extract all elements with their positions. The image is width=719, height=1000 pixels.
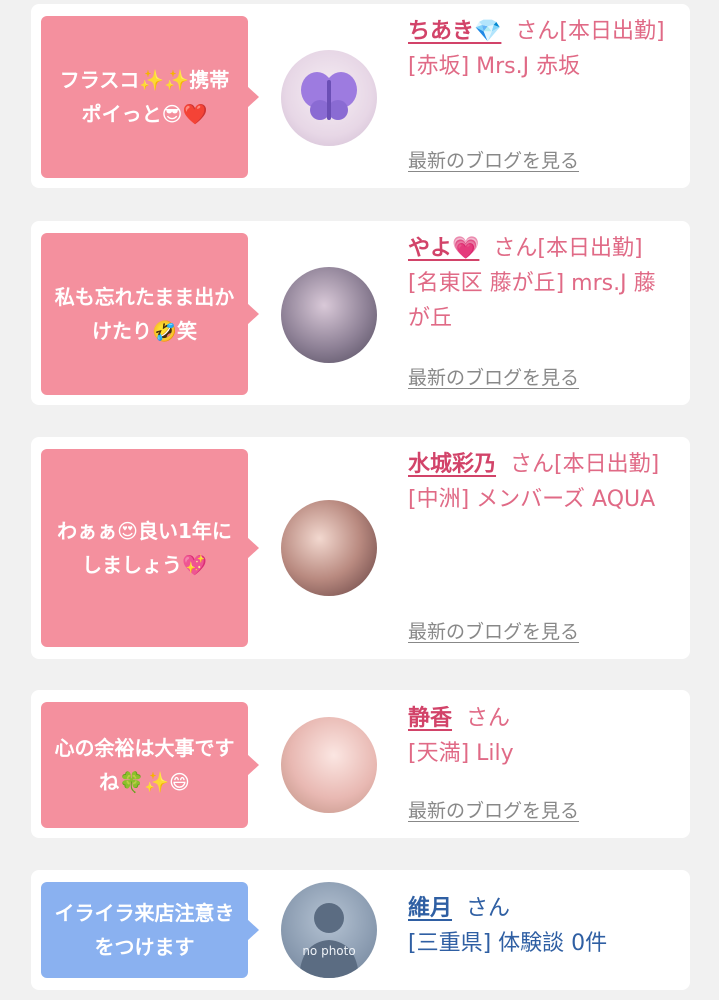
- blog-link[interactable]: 最新のブログを見る: [408, 146, 579, 173]
- avatar[interactable]: [281, 50, 377, 146]
- avatar[interactable]: [281, 267, 377, 363]
- shop-info: [三重県] 体験談 0件: [408, 931, 608, 956]
- comment-text: フラスコ✨✨携帯ポイっと😎❤️: [59, 68, 230, 126]
- comment-bubble: フラスコ✨✨携帯ポイっと😎❤️: [41, 16, 259, 178]
- user-name-link[interactable]: ちあき💎: [408, 19, 501, 44]
- blog-link[interactable]: 最新のブログを見る: [408, 796, 579, 823]
- shop-info: [赤坂] Mrs.J 赤坂: [408, 54, 581, 79]
- honorific: さん: [515, 19, 560, 44]
- user-name-link[interactable]: やよ💗: [408, 236, 479, 261]
- no-photo-label: no photo: [302, 944, 356, 958]
- comment-bubble: わぁぁ😍良い1年にしましょう💖: [41, 449, 259, 647]
- comment-bubble: 私も忘れたまま出かけたり🤣笑: [41, 233, 259, 395]
- shop-info: [天満] Lily: [408, 741, 514, 766]
- honorific: さん: [510, 452, 555, 477]
- shop-info: [名東区 藤が丘] mrs.J 藤が丘: [408, 271, 656, 331]
- comment-feed: フラスコ✨✨携帯ポイっと😎❤️ ちあき💎 さん[本日出勤] [赤坂] Mrs.J …: [0, 0, 719, 1000]
- blog-link[interactable]: 最新のブログを見る: [408, 617, 579, 644]
- comment-bubble: 心の余裕は大事ですね🍀✨😄: [41, 702, 259, 828]
- person-silhouette-icon: [299, 903, 359, 978]
- user-info: 維月 さん [三重県] 体験談 0件: [408, 891, 676, 961]
- butterfly-icon: [301, 72, 357, 120]
- comment-card: わぁぁ😍良い1年にしましょう💖 水城彩乃 さん[本日出勤] [中洲] メンバーズ …: [31, 437, 690, 659]
- comment-card: 心の余裕は大事ですね🍀✨😄 静香 さん [天満] Lily 最新のブログを見る: [31, 690, 690, 838]
- comment-text: 私も忘れたまま出かけたり🤣笑: [54, 285, 235, 343]
- blog-link[interactable]: 最新のブログを見る: [408, 363, 579, 390]
- user-name-link[interactable]: 維月: [408, 896, 452, 921]
- comment-text: わぁぁ😍良い1年にしましょう💖: [57, 519, 232, 577]
- comment-bubble: イライラ来店注意きをつけます: [41, 882, 259, 978]
- work-status: [本日出勤]: [537, 236, 643, 261]
- user-info: 水城彩乃 さん[本日出勤] [中洲] メンバーズ AQUA: [408, 447, 676, 517]
- shop-info: [中洲] メンバーズ AQUA: [408, 487, 656, 512]
- honorific: さん: [466, 706, 511, 731]
- avatar[interactable]: [281, 717, 377, 813]
- comment-text: 心の余裕は大事ですね🍀✨😄: [54, 736, 235, 794]
- avatar[interactable]: no photo: [281, 882, 377, 978]
- comment-card: イライラ来店注意きをつけます no photo 維月 さん [三重県] 体験談 0…: [31, 870, 690, 990]
- honorific: さん: [493, 236, 538, 261]
- work-status: [本日出勤]: [559, 19, 665, 44]
- user-info: 静香 さん [天満] Lily: [408, 701, 676, 771]
- comment-text: イライラ来店注意きをつけます: [54, 901, 235, 959]
- comment-card: フラスコ✨✨携帯ポイっと😎❤️ ちあき💎 さん[本日出勤] [赤坂] Mrs.J …: [31, 4, 690, 188]
- user-name-link[interactable]: 水城彩乃: [408, 452, 496, 477]
- honorific: さん: [466, 896, 511, 921]
- work-status: [本日出勤]: [554, 452, 660, 477]
- user-name-link[interactable]: 静香: [408, 706, 452, 731]
- avatar[interactable]: [281, 500, 377, 596]
- user-info: ちあき💎 さん[本日出勤] [赤坂] Mrs.J 赤坂: [408, 14, 676, 84]
- user-info: やよ💗 さん[本日出勤] [名東区 藤が丘] mrs.J 藤が丘: [408, 231, 676, 336]
- comment-card: 私も忘れたまま出かけたり🤣笑 やよ💗 さん[本日出勤] [名東区 藤が丘] mrs…: [31, 221, 690, 405]
